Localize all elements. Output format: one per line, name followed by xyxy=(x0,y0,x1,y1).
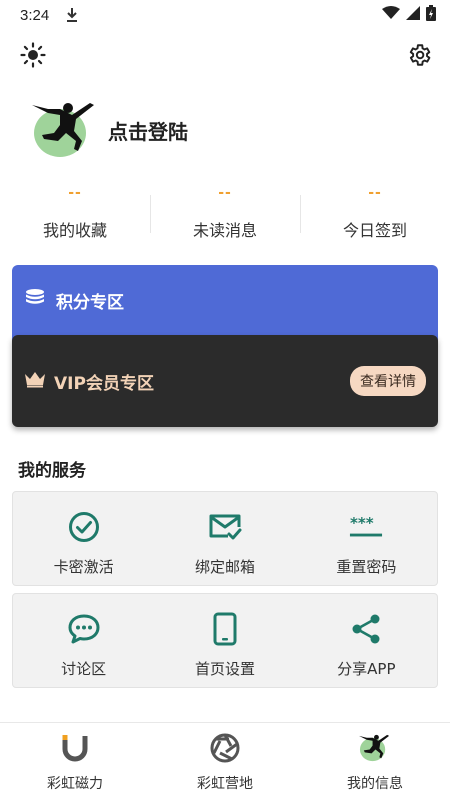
vip-zone-card[interactable]: VIP会员专区 查看详情 xyxy=(12,335,438,427)
services-panel: 卡密激活 绑定邮箱 *** 重置密码 xyxy=(12,491,438,586)
service-discussion[interactable]: 讨论区 xyxy=(13,594,154,687)
bottom-nav: 彩虹磁力 彩虹营地 我的信息 xyxy=(0,722,450,800)
services-section-title: 我的服务 xyxy=(18,461,86,481)
signal-icon xyxy=(406,6,420,24)
service-bind-email[interactable]: 绑定邮箱 xyxy=(154,492,295,585)
view-details-button[interactable]: 查看详情 xyxy=(350,366,426,396)
service-label: 首页设置 xyxy=(194,660,255,678)
check-circle-icon xyxy=(67,510,101,544)
coins-icon xyxy=(24,288,46,312)
stat-favorites[interactable]: -- 我的收藏 xyxy=(0,185,150,245)
theme-toggle-icon[interactable] xyxy=(20,42,46,68)
stat-unread-messages[interactable]: -- 未读消息 xyxy=(150,185,300,245)
stat-value: -- xyxy=(218,185,232,201)
vip-zone-label: VIP会员专区 xyxy=(54,373,154,394)
mail-check-icon xyxy=(208,510,242,544)
svg-text:***: *** xyxy=(350,514,374,532)
status-time: 3:24 xyxy=(20,6,50,24)
service-reset-password[interactable]: *** 重置密码 xyxy=(296,492,437,585)
magnet-icon xyxy=(58,731,92,765)
service-label: 绑定邮箱 xyxy=(194,558,255,576)
password-icon: *** xyxy=(349,510,383,544)
service-card-activation[interactable]: 卡密激活 xyxy=(13,492,154,585)
phone-icon xyxy=(208,612,242,646)
nav-label: 彩虹营地 xyxy=(197,776,253,792)
download-icon xyxy=(65,7,79,23)
nav-tab-rainbow-magnet[interactable]: 彩虹磁力 xyxy=(0,723,150,800)
points-zone-card[interactable]: 积分专区 xyxy=(12,265,438,345)
stats-row: -- 我的收藏 -- 未读消息 -- 今日签到 xyxy=(0,185,450,245)
status-bar: 3:24 xyxy=(0,0,450,30)
stat-value: -- xyxy=(68,185,82,201)
avatar[interactable] xyxy=(30,95,100,165)
chat-bubble-icon xyxy=(67,612,101,646)
stat-label: 我的收藏 xyxy=(42,221,107,240)
crown-icon xyxy=(24,370,46,392)
stat-label: 今日签到 xyxy=(342,221,407,240)
service-share-app[interactable]: 分享APP xyxy=(296,594,437,687)
nav-label: 我的信息 xyxy=(347,776,403,792)
stat-daily-checkin[interactable]: -- 今日签到 xyxy=(300,185,450,245)
nav-tab-my-info[interactable]: 我的信息 xyxy=(300,723,450,800)
service-label: 分享APP xyxy=(337,660,396,678)
login-prompt[interactable]: 点击登陆 xyxy=(108,116,188,145)
gear-icon[interactable] xyxy=(406,42,432,68)
stat-value: -- xyxy=(368,185,382,201)
service-label: 重置密码 xyxy=(336,558,397,576)
services-panel: 讨论区 首页设置 分享APP xyxy=(12,593,438,688)
service-homepage-settings[interactable]: 首页设置 xyxy=(154,594,295,687)
wifi-icon xyxy=(382,6,400,24)
points-zone-label: 积分专区 xyxy=(56,292,124,313)
aperture-icon xyxy=(208,731,242,765)
share-icon xyxy=(349,612,383,646)
stat-label: 未读消息 xyxy=(192,221,257,240)
avatar-icon xyxy=(358,731,392,765)
battery-icon xyxy=(426,5,436,25)
nav-tab-rainbow-camp[interactable]: 彩虹营地 xyxy=(150,723,300,800)
nav-label: 彩虹磁力 xyxy=(47,776,103,792)
service-label: 讨论区 xyxy=(61,660,107,678)
profile-header[interactable]: 点击登陆 xyxy=(30,95,188,165)
service-label: 卡密激活 xyxy=(53,558,114,576)
